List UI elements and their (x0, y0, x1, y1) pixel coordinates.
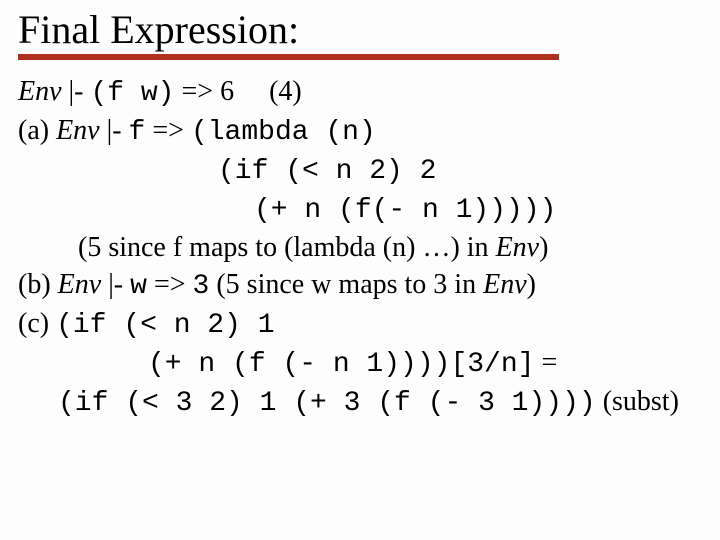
env: Env (56, 115, 100, 146)
env: Env (496, 232, 540, 263)
label-c: (c) (18, 308, 56, 339)
lambda-body-1: (if (< n 2) 2 (218, 156, 436, 187)
val-3: 3 (193, 271, 210, 302)
line-b: (b) Env |- w => 3 (5 since w maps to 3 i… (18, 267, 702, 306)
line-c-result: (if (< 3 2) 1 (+ 3 (f (- 3 1)))) (subst) (18, 384, 702, 423)
turnstile: |- (100, 115, 129, 146)
line-a-cont2: (+ n (f(- n 1))))) (18, 191, 702, 230)
arrow: => (147, 269, 193, 300)
line-main: Env |- (f w) => 6 (4) (18, 74, 702, 113)
expr: (f w) (90, 78, 174, 109)
env: Env (483, 269, 527, 300)
line-a-reason: (5 since f maps to (lambda (n) …) in Env… (18, 230, 702, 267)
lambda-body-2: (+ n (f(- n 1))))) (254, 195, 556, 226)
slide-title: Final Expression: (18, 8, 559, 60)
line-a-cont1: (if (< n 2) 2 (18, 152, 702, 191)
var-f: f (129, 117, 146, 148)
subst-label: (subst) (596, 386, 679, 417)
line-a: (a) Env |- f => (lambda (n) (18, 113, 702, 152)
if-expr-1: (if (< n 2) 1 (56, 310, 274, 341)
reason-close: ) (539, 232, 548, 263)
var-w: w (130, 271, 147, 302)
lambda-head: (lambda (n) (191, 117, 376, 148)
line-c-cont: (+ n (f (- n 1))))[3/n] = (18, 345, 702, 384)
result: 6 (220, 76, 234, 107)
substitution: [3/n] (450, 349, 534, 380)
arrow: => (174, 76, 220, 107)
turnstile: |- (62, 76, 91, 107)
label-b: (b) (18, 269, 58, 300)
slide: Final Expression: Env |- (f w) => 6 (4) … (0, 0, 720, 423)
substituted-expr: (if (< 3 2) 1 (+ 3 (f (- 3 1)))) (58, 388, 596, 419)
if-expr-2: (+ n (f (- n 1)))) (148, 349, 450, 380)
rule-ref: (4) (269, 76, 302, 107)
env: Env (58, 269, 102, 300)
reason-text: (5 since f maps to (lambda (n) …) in (78, 232, 496, 263)
equals: = (534, 347, 557, 378)
turnstile: |- (101, 269, 130, 300)
reason-b-1: (5 since w maps to 3 in (209, 269, 483, 300)
arrow: => (145, 115, 191, 146)
reason-b-2: ) (527, 269, 536, 300)
body: Env |- (f w) => 6 (4) (a) Env |- f => (l… (18, 74, 702, 423)
line-c: (c) (if (< n 2) 1 (18, 306, 702, 345)
env: Env (18, 76, 62, 107)
label-a: (a) (18, 115, 56, 146)
